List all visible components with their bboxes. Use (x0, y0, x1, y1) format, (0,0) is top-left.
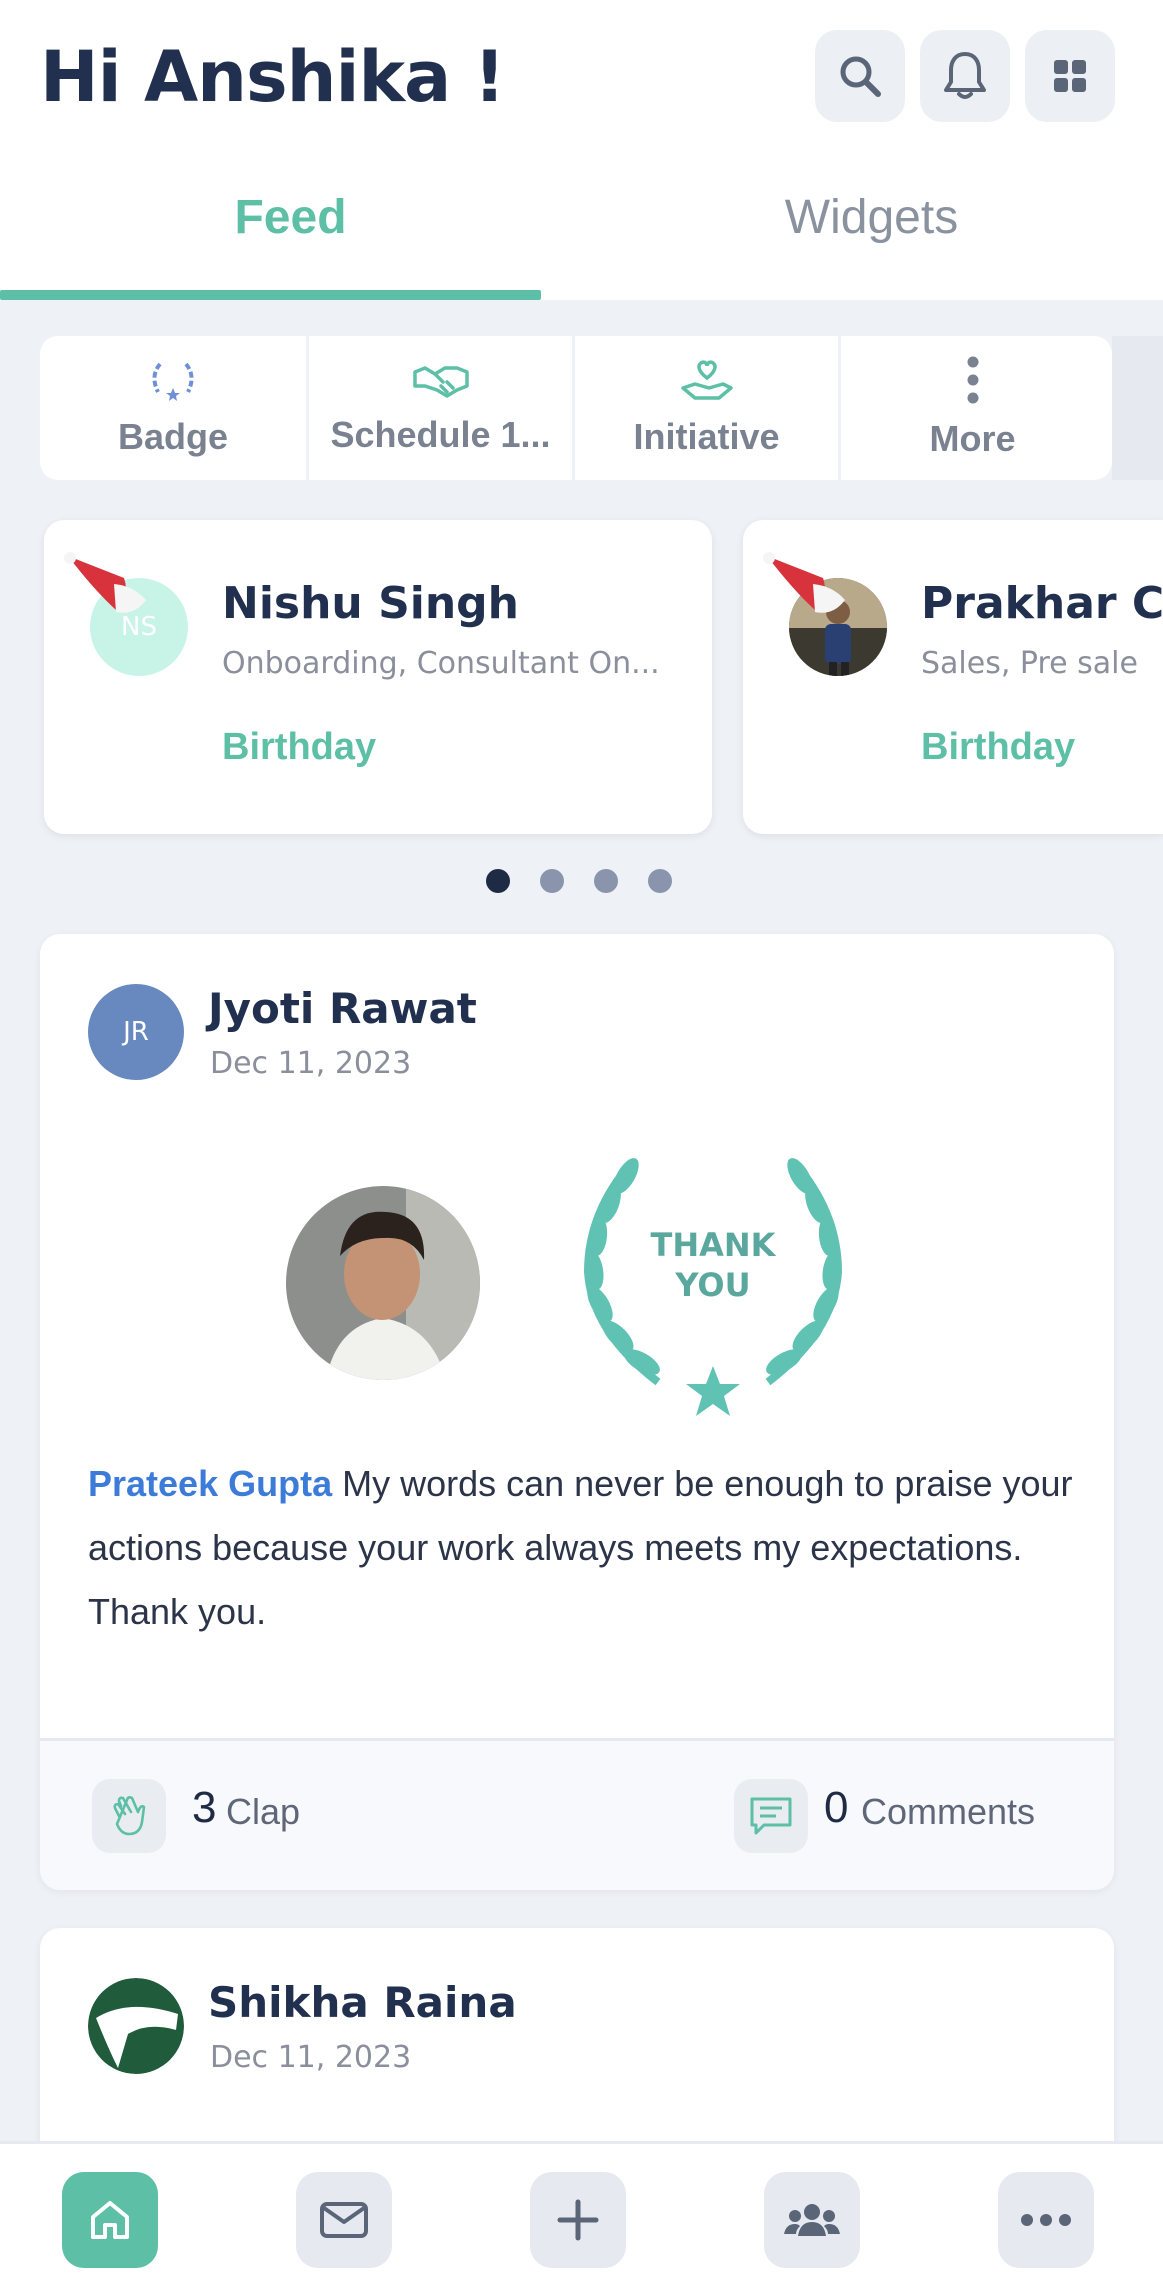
person-dept: Onboarding, Consultant On... (222, 646, 660, 681)
clap-label: Clap (226, 1791, 301, 1832)
carousel-dot[interactable] (594, 869, 618, 893)
birthday-card[interactable]: NS Nishu Singh Onboarding, Consultant On… (44, 520, 712, 834)
person-dept: Sales, Pre sale (921, 646, 1138, 681)
mail-icon (320, 2202, 368, 2238)
nav-home[interactable] (62, 2172, 158, 2268)
people-icon (784, 2204, 840, 2236)
clap-count: 3 (192, 1783, 217, 1832)
action-label: Initiative (633, 416, 780, 457)
tab-feed[interactable]: Feed (0, 190, 581, 245)
action-label: More (929, 418, 1016, 459)
comment-button[interactable] (734, 1779, 808, 1853)
quick-actions-bar: Badge Schedule 1... Initiative More (40, 336, 1112, 480)
mention-link[interactable]: Prateek Gupta (88, 1463, 332, 1504)
nav-people[interactable] (764, 2172, 860, 2268)
heart-hand-icon (680, 360, 733, 400)
santa-hat-icon (763, 552, 845, 613)
carousel-dot[interactable] (540, 869, 564, 893)
person-name: Prakhar C (921, 578, 1163, 629)
company-logo-icon (88, 1978, 184, 2074)
bottom-navigation (0, 2141, 1163, 2281)
nav-create[interactable] (530, 2172, 626, 2268)
badge-text-line1: THANK (651, 1226, 777, 1264)
post-author[interactable]: Shikha Raina (208, 1978, 517, 2027)
comment-label: Comments (861, 1791, 1036, 1832)
nav-more[interactable] (998, 2172, 1094, 2268)
plus-icon (557, 2199, 599, 2241)
event-type: Birthday (921, 726, 1076, 768)
search-button[interactable] (815, 30, 905, 122)
more-vertical-icon (967, 356, 978, 404)
scroll-edge (1112, 336, 1163, 480)
more-horizontal-icon (1021, 2214, 1071, 2226)
action-badge[interactable]: Badge (40, 336, 306, 480)
recipient-photo (286, 1186, 480, 1380)
carousel-pagination (486, 869, 672, 893)
action-schedule[interactable]: Schedule 1... (306, 336, 572, 480)
badge-laurel-icon (152, 362, 194, 401)
carousel-dot[interactable] (648, 869, 672, 893)
notifications-button[interactable] (920, 30, 1010, 122)
clap-icon (113, 1796, 146, 1836)
thank-you-badge-icon: THANK YOU (583, 1158, 843, 1416)
tab-widgets[interactable]: Widgets (581, 190, 1162, 245)
action-label: Badge (117, 416, 229, 457)
search-icon (840, 56, 881, 97)
birthday-card[interactable]: Prakhar C Sales, Pre sale Birthday (743, 520, 1163, 834)
post-author[interactable]: Jyoti Rawat (208, 984, 477, 1033)
home-icon (91, 2201, 129, 2239)
carousel-dot-active[interactable] (486, 869, 510, 893)
action-label: Schedule 1... (330, 414, 551, 455)
post-footer: 3 Clap 0 Comments (40, 1738, 1114, 1890)
active-tab-indicator (0, 290, 541, 300)
post-message: Prateek Gupta My words can never be enou… (88, 1452, 1078, 1644)
handshake-icon (412, 366, 469, 398)
app-header: Hi Anshika ! Feed Widgets (0, 0, 1163, 300)
comment-count: 0 (824, 1783, 849, 1832)
post-date: Dec 11, 2023 (210, 2040, 412, 2075)
badge-text-line2: YOU (674, 1266, 750, 1304)
avatar (88, 1978, 184, 2074)
apps-grid-icon (1054, 60, 1086, 92)
feed-post: JR Jyoti Rawat Dec 11, 2023 THANK YOU Pr… (40, 934, 1114, 1890)
post-date: Dec 11, 2023 (210, 1046, 412, 1081)
nav-messages[interactable] (296, 2172, 392, 2268)
action-more[interactable]: More (838, 336, 1104, 480)
santa-hat-icon (64, 552, 146, 613)
person-name: Nishu Singh (222, 578, 519, 629)
comment-icon (750, 1797, 792, 1835)
apps-button[interactable] (1025, 30, 1115, 122)
action-initiative[interactable]: Initiative (572, 336, 838, 480)
bell-icon (944, 52, 986, 99)
clap-button[interactable] (92, 1779, 166, 1853)
avatar: JR (88, 984, 184, 1080)
greeting-title: Hi Anshika ! (40, 36, 506, 118)
event-type: Birthday (222, 726, 377, 768)
